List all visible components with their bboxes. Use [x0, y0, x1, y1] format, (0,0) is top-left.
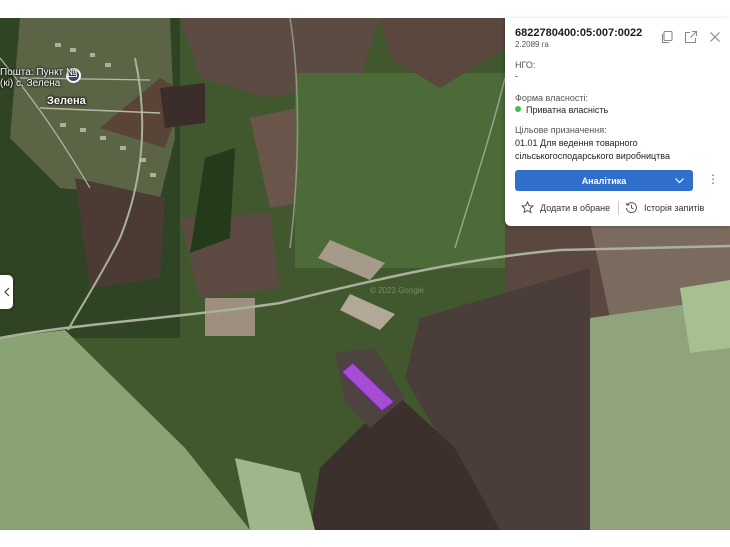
ownership-value: Приватна власність — [515, 104, 608, 117]
ngo-label: НГО: — [515, 60, 536, 70]
analytics-button[interactable]: Аналітика — [515, 170, 693, 191]
more-icon[interactable]: ⋮ — [707, 173, 719, 185]
status-dot-icon — [515, 106, 521, 112]
parcel-area: 2.2089 га — [515, 40, 549, 49]
add-favorite-button[interactable]: Додати в обране — [521, 201, 610, 214]
village-label: Зелена — [47, 95, 86, 107]
poi-label-line1: Пошта: Пункт № — [0, 67, 77, 78]
analytics-label: Аналітика — [581, 175, 627, 186]
history-label: Історія запитів — [644, 202, 705, 213]
purpose-line2: сільськогосподарського виробництва — [515, 151, 670, 161]
parcel-info-panel: 6822780400:05:007:0022 2.2089 га НГО: - … — [505, 18, 730, 226]
sidebar-toggle-button[interactable] — [0, 275, 13, 309]
share-icon[interactable] — [683, 29, 699, 45]
ownership-text: Приватна власність — [526, 105, 609, 115]
cadastral-number[interactable]: 6822780400:05:007:0022 — [515, 27, 642, 39]
copy-icon[interactable] — [659, 29, 675, 45]
purpose-label: Цільове призначення: — [515, 125, 607, 135]
ngo-value: - — [515, 71, 518, 81]
map-watermark: © 2023 Google — [370, 286, 424, 295]
close-icon[interactable] — [707, 29, 723, 45]
history-icon — [625, 202, 637, 214]
purpose-line1: 01.01 Для ведення товарного — [515, 138, 638, 148]
poi-label-line2: (кі) с. Зелена — [0, 78, 61, 89]
action-divider — [618, 201, 619, 215]
history-button[interactable]: Історія запитів — [625, 201, 704, 214]
add-favorite-label: Додати в обране — [540, 202, 611, 213]
ownership-label: Форма власності: — [515, 93, 588, 103]
chevron-left-icon — [3, 287, 9, 297]
chevron-down-icon — [675, 178, 684, 184]
star-icon — [521, 201, 534, 214]
